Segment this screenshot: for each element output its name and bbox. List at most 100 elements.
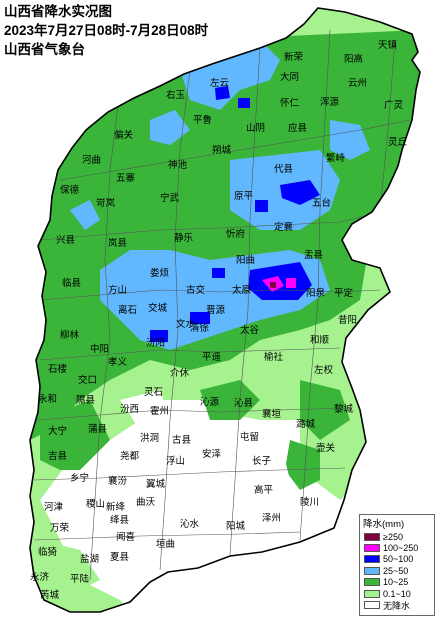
county-label: 临猗: [38, 546, 58, 558]
county-label: 灵石: [144, 387, 163, 398]
county-label: 襄汾: [108, 475, 128, 487]
county-label: 长子: [252, 455, 272, 467]
county-label: 柳林: [60, 329, 80, 341]
county-label: 曲沃: [136, 497, 156, 508]
county-label: 万荣: [50, 522, 70, 534]
county-label: 绛县: [110, 514, 129, 526]
county-label: 河津: [44, 501, 64, 513]
legend-label: 50~100: [383, 554, 414, 565]
county-label: 保德: [60, 184, 80, 196]
legend-item: 10~25: [360, 577, 434, 588]
legend-item: 25~50: [360, 565, 434, 576]
legend-swatch: [364, 566, 380, 575]
county-label: 永和: [38, 393, 57, 405]
county-label: 沁水: [180, 518, 200, 530]
county-label: 阳高: [344, 53, 363, 65]
county-label: 静乐: [174, 232, 194, 244]
legend-label: ≥250: [383, 531, 403, 542]
county-label: 左权: [314, 364, 334, 376]
county-label: 兴县: [56, 235, 75, 246]
county-label: 阳城: [226, 521, 246, 532]
legend-swatch: [364, 532, 380, 541]
county-label: 山阴: [246, 123, 265, 134]
county-label: 怀仁: [280, 97, 300, 109]
county-label: 稷山: [86, 499, 105, 510]
county-label: 高平: [254, 484, 274, 496]
county-label: 汾阳: [146, 338, 165, 349]
county-label: 阳曲: [236, 255, 255, 266]
legend-label: 0.1~10: [383, 588, 411, 599]
county-label: 方山: [108, 284, 127, 296]
county-label: 安泽: [202, 448, 222, 460]
county-label: 广灵: [384, 99, 404, 111]
county-label: 应县: [288, 122, 307, 134]
county-label: 新绛: [106, 501, 126, 513]
legend-title: 降水(mm): [363, 519, 405, 530]
county-label: 隰县: [76, 395, 95, 406]
county-label: 夏县: [110, 552, 129, 563]
map-issuer: 山西省气象台: [4, 42, 85, 57]
legend-label: 100~250: [383, 543, 419, 554]
county-label: 阳泉: [306, 287, 326, 299]
county-label: 沁源: [200, 397, 220, 408]
county-label: 闻喜: [116, 531, 136, 543]
county-label: 娄烦: [150, 267, 170, 279]
county-label: 盂县: [304, 250, 323, 261]
county-label: 中阳: [90, 343, 109, 355]
county-label: 太谷: [240, 324, 260, 336]
county-label: 芮城: [40, 589, 60, 601]
county-label: 太原: [232, 284, 251, 296]
county-label: 潞城: [296, 418, 316, 430]
county-label: 翼城: [146, 479, 166, 490]
map-title: 山西省降水实况图: [4, 4, 112, 19]
legend-label: 无降水: [383, 600, 411, 611]
county-label: 石楼: [48, 363, 68, 375]
county-label: 永济: [30, 571, 50, 583]
county-label: 洪洞: [140, 432, 159, 444]
county-label: 屯留: [240, 431, 259, 443]
legend-swatch: [364, 555, 380, 564]
county-label: 古县: [172, 434, 191, 446]
county-label: 盐湖: [80, 553, 99, 565]
county-label: 孝义: [108, 357, 128, 368]
county-label: 繁峙: [326, 152, 346, 164]
county-label: 昔阳: [338, 315, 357, 326]
county-label: 平遥: [202, 351, 222, 363]
county-label: 乡宁: [70, 472, 89, 484]
county-label: 原平: [234, 191, 254, 202]
county-label: 定襄: [274, 221, 294, 233]
county-label: 云州: [348, 78, 367, 89]
legend-swatch: [364, 544, 380, 553]
county-label: 灵丘: [388, 137, 408, 148]
county-label: 浮山: [166, 455, 185, 467]
legend-item: ≥250: [360, 531, 434, 542]
county-label: 蒲县: [88, 423, 107, 435]
legend-label: 25~50: [383, 565, 409, 576]
county-label: 陵川: [300, 497, 319, 508]
county-label: 黎城: [334, 403, 354, 415]
county-label: 大宁: [48, 425, 67, 437]
county-label: 平定: [334, 287, 354, 299]
legend-item: 100~250: [360, 542, 434, 553]
legend-swatch: [364, 578, 380, 587]
county-label: 岢岚: [96, 198, 116, 209]
county-label: 汾西: [120, 404, 139, 415]
county-label: 介休: [170, 367, 190, 379]
legend-swatch: [364, 589, 380, 598]
county-label: 代县: [274, 164, 293, 175]
county-label: 榆社: [264, 351, 284, 363]
county-label: 沁县: [234, 398, 253, 409]
county-label: 天镇: [378, 39, 398, 51]
county-label: 偏关: [114, 129, 134, 141]
county-label: 尧都: [120, 450, 140, 462]
county-label: 垣曲: [156, 539, 175, 550]
county-label: 神池: [168, 159, 188, 171]
legend-label: 10~25: [383, 577, 409, 588]
county-label: 交口: [78, 374, 97, 386]
county-label: 忻府: [226, 228, 246, 240]
legend-item: 无降水: [360, 599, 434, 611]
county-label: 河曲: [82, 154, 101, 166]
county-label: 宁武: [160, 192, 180, 204]
county-label: 五寨: [116, 172, 136, 184]
county-label: 大同: [280, 71, 299, 83]
